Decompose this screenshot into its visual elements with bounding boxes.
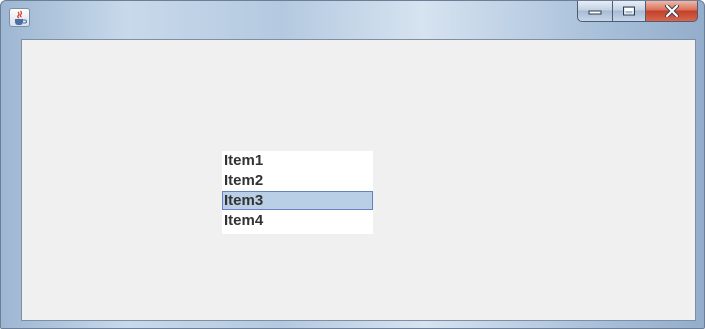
close-button[interactable] (646, 1, 698, 22)
title-bar[interactable] (1, 1, 704, 37)
list-item[interactable]: Item1 (222, 151, 373, 170)
app-window: Item1 Item2 Item3 Item4 (0, 0, 705, 329)
maximize-icon (623, 6, 635, 16)
content-panel: Item1 Item2 Item3 Item4 (21, 39, 696, 321)
list-item[interactable]: Item3 (222, 191, 373, 210)
java-cup-icon[interactable] (9, 8, 30, 27)
maximize-button[interactable] (613, 1, 646, 22)
minimize-button[interactable] (577, 1, 613, 22)
window-controls (577, 1, 698, 23)
close-icon (664, 5, 679, 17)
minimize-icon (588, 10, 602, 15)
item-list[interactable]: Item1 Item2 Item3 Item4 (222, 151, 373, 234)
list-item[interactable]: Item2 (222, 171, 373, 190)
list-item[interactable]: Item4 (222, 211, 373, 230)
